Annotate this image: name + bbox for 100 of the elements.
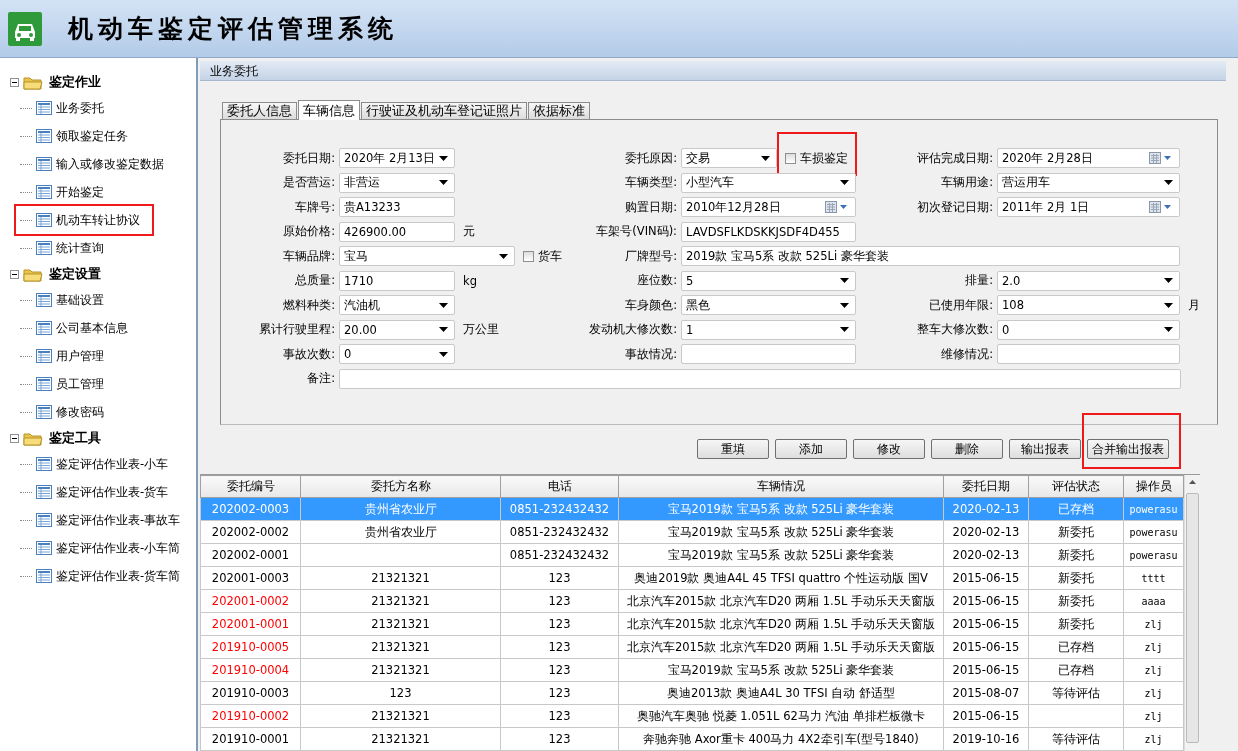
- table-cell: 已存档: [1028, 635, 1124, 659]
- tab[interactable]: 依据标准: [528, 102, 590, 119]
- input-field[interactable]: 1710: [339, 270, 455, 291]
- tree-item[interactable]: 鉴定评估作业表-货车简: [20, 564, 183, 588]
- tree-group-label[interactable]: 鉴定工具: [49, 429, 101, 447]
- dropdown[interactable]: 营运用车: [997, 172, 1180, 193]
- table-cell: 21321321: [300, 658, 501, 682]
- table-row[interactable]: 201910-0004 21321321 123 宝马2019款 宝马5系 改款 525Li 豪华套装 2015-06-15 已存档 zlj: [200, 658, 1184, 682]
- dropdown[interactable]: 非营运: [339, 172, 455, 193]
- tree-item[interactable]: 用户管理: [20, 344, 106, 368]
- tab[interactable]: 行驶证及机动车登记证照片: [361, 102, 527, 119]
- tree-item[interactable]: 员工管理: [20, 372, 106, 396]
- tree-item[interactable]: 业务委托: [20, 96, 106, 120]
- input-field[interactable]: 2019款 宝马5系 改款 525Li 豪华套装: [681, 246, 1180, 267]
- dropdown[interactable]: 1: [681, 319, 856, 340]
- folder-icon: [23, 430, 43, 446]
- tree-group-label[interactable]: 鉴定作业: [49, 73, 101, 91]
- column-header[interactable]: 电话: [500, 475, 619, 498]
- input-field[interactable]: [997, 344, 1180, 365]
- collapse-icon[interactable]: [10, 269, 19, 279]
- date-picker[interactable]: 2010年12月28日: [681, 197, 856, 218]
- checkbox[interactable]: 车损鉴定: [785, 150, 848, 166]
- dropdown[interactable]: 2.0: [997, 270, 1180, 291]
- action-button[interactable]: 重填: [697, 439, 769, 459]
- table-cell: 123: [500, 727, 619, 751]
- dropdown[interactable]: 0: [997, 319, 1180, 340]
- table-row[interactable]: 202002-0002 贵州省农业厅 0851-232432432 宝马2019款 宝马5系 改款 525Li 豪华套装 2020-02-13 新委托 powerasu: [200, 520, 1184, 544]
- scrollbar[interactable]: [1184, 475, 1200, 751]
- table-row[interactable]: 202002-0001 0851-232432432 宝马2019款 宝马5系 改款 525Li 豪华套装 2020-02-13 新委托 powerasu: [200, 543, 1184, 567]
- dropdown[interactable]: 交易: [681, 148, 777, 169]
- column-header[interactable]: 评估状态: [1028, 475, 1124, 498]
- tree-item[interactable]: 鉴定评估作业表-小车: [20, 452, 171, 476]
- table-row[interactable]: 201910-0001 21321321 123 奔驰奔驰 Axor重卡 400马力 4X2牵引车(型号1840) 2019-10-16 等待评估 zlj: [200, 727, 1184, 751]
- table-cell: 202001-0001: [200, 612, 301, 636]
- table-cell: 21321321: [300, 704, 501, 728]
- column-header[interactable]: 委托方名称: [300, 475, 501, 498]
- tree-item[interactable]: 输入或修改鉴定数据: [20, 152, 166, 176]
- tab[interactable]: 委托人信息: [222, 102, 297, 119]
- dropdown[interactable]: 5: [681, 270, 856, 291]
- caret-icon: [840, 278, 849, 284]
- table-cell: 奥迪2013款 奥迪A4L 30 TFSI 自动 舒适型: [618, 681, 944, 705]
- input-field[interactable]: [681, 344, 856, 365]
- dropdown[interactable]: 108: [997, 295, 1180, 316]
- tree-item[interactable]: 领取鉴定任务: [20, 124, 130, 148]
- column-header[interactable]: 委托日期: [943, 475, 1029, 498]
- action-button[interactable]: 输出报表: [1009, 439, 1081, 459]
- table-row[interactable]: 202001-0002 21321321 123 北京汽车2015款 北京汽车D20 两厢 1.5L 手动乐天天窗版 2015-06-15 新委托 aaaa: [200, 589, 1184, 613]
- table-cell: 2020-02-13: [943, 520, 1029, 544]
- table-cell: 201910-0004: [200, 658, 301, 682]
- table-row[interactable]: 202001-0001 21321321 123 北京汽车2015款 北京汽车D20 两厢 1.5L 手动乐天天窗版 2015-06-15 新委托 zlj: [200, 612, 1184, 636]
- table-row[interactable]: 201910-0005 21321321 123 北京汽车2015款 北京汽车D20 两厢 1.5L 手动乐天天窗版 2015-06-15 已存档 zlj: [200, 635, 1184, 659]
- action-button[interactable]: 删除: [931, 439, 1003, 459]
- column-header[interactable]: 操作员: [1123, 475, 1184, 498]
- tree-item[interactable]: 公司基本信息: [20, 316, 130, 340]
- dropdown[interactable]: 2020年 2月13日: [339, 148, 455, 169]
- dropdown[interactable]: 0: [339, 344, 455, 365]
- tree-item[interactable]: 鉴定评估作业表-货车: [20, 480, 171, 504]
- checkbox[interactable]: 货车: [523, 248, 562, 264]
- table-row[interactable]: 202001-0003 21321321 123 奥迪2019款 奥迪A4L 45 TFSI quattro 个性运动版 国V 2015-06-15 新委托 tttt: [200, 566, 1184, 590]
- input-field[interactable]: 426900.00: [339, 221, 455, 242]
- caret-icon: [761, 155, 770, 161]
- dropdown[interactable]: 宝马: [339, 246, 515, 267]
- column-header[interactable]: 委托编号: [200, 475, 301, 498]
- table-cell: 2015-06-15: [943, 566, 1029, 590]
- list-page-icon: [36, 293, 52, 307]
- tree-item[interactable]: 统计查询: [20, 236, 106, 260]
- table-cell: 202002-0003: [200, 497, 301, 521]
- tree-item[interactable]: 鉴定评估作业表-事故车: [20, 508, 183, 532]
- collapse-icon[interactable]: [10, 433, 19, 443]
- tree-item-label: 开始鉴定: [56, 184, 104, 200]
- action-button[interactable]: 添加: [775, 439, 847, 459]
- car-logo-icon: [8, 11, 42, 46]
- tree-item[interactable]: 开始鉴定: [20, 180, 106, 204]
- table-cell: 奔驰奔驰 Axor重卡 400马力 4X2牵引车(型号1840): [618, 727, 944, 751]
- collapse-icon[interactable]: [10, 77, 19, 87]
- dropdown[interactable]: 小型汽车: [681, 172, 856, 193]
- action-button[interactable]: 修改: [853, 439, 925, 459]
- date-picker[interactable]: 2011年 2月 1日: [997, 197, 1180, 218]
- tab[interactable]: 车辆信息: [298, 100, 360, 120]
- tree-item[interactable]: 机动车转让协议: [20, 208, 142, 232]
- list-page-icon: [36, 405, 52, 419]
- tree-group-label[interactable]: 鉴定设置: [49, 265, 101, 283]
- input-field[interactable]: [339, 368, 1181, 389]
- column-header[interactable]: 车辆情况: [618, 475, 944, 498]
- input-field[interactable]: LAVDSFLKDSKKJSDF4D455: [681, 221, 856, 242]
- table-cell: 123: [500, 566, 619, 590]
- list-page-icon: [36, 157, 52, 171]
- dropdown[interactable]: 20.00: [339, 319, 455, 340]
- tree-item[interactable]: 基础设置: [20, 288, 106, 312]
- table-cell: 123: [500, 589, 619, 613]
- scroll-thumb[interactable]: [1186, 493, 1199, 743]
- table-row[interactable]: 201910-0002 21321321 123 奥驰汽车奥驰 悦菱 1.051L 62马力 汽油 单排栏板微卡 2015-06-15 zlj: [200, 704, 1184, 728]
- action-button[interactable]: 合并输出报表: [1087, 439, 1169, 459]
- input-field[interactable]: 贵A13233: [339, 197, 455, 218]
- dropdown[interactable]: 汽油机: [339, 295, 455, 316]
- tree-item[interactable]: 鉴定评估作业表-小车简: [20, 536, 183, 560]
- table-row[interactable]: 201910-0003 123 123 奥迪2013款 奥迪A4L 30 TFSI 自动 舒适型 2015-08-07 等待评估 zlj: [200, 681, 1184, 705]
- date-picker[interactable]: 2020年 2月28日: [997, 148, 1180, 169]
- dropdown[interactable]: 黑色: [681, 295, 856, 316]
- tree-item[interactable]: 修改密码: [20, 400, 106, 424]
